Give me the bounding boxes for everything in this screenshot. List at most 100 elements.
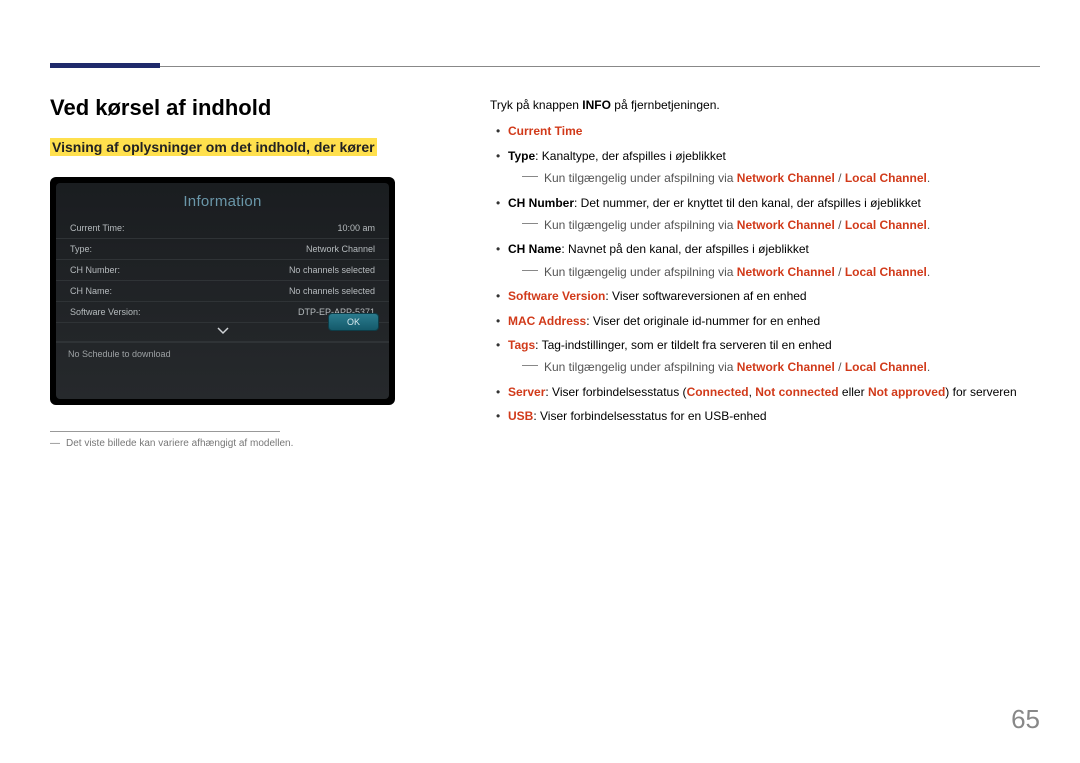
avail-period: . (927, 171, 930, 185)
avail-sep: / (835, 265, 845, 279)
subnote-text: Kun tilgængelig under afspilning via Net… (544, 357, 930, 377)
avail-nc: Network Channel (737, 360, 835, 374)
left-column: Ved kørsel af indhold Visning af oplysni… (50, 95, 450, 449)
panel-row-ch-number: CH Number: No channels selected (56, 260, 389, 281)
information-panel: Information Current Time: 10:00 am Type:… (50, 177, 395, 405)
avail-nc: Network Channel (737, 171, 835, 185)
avail-period: . (927, 360, 930, 374)
right-column: Tryk på knappen INFO på fjernbetjeningen… (490, 95, 1040, 449)
mac-label: MAC Address (508, 314, 586, 328)
footnote-divider (50, 431, 280, 432)
avail-nc: Network Channel (737, 265, 835, 279)
usb-desc: : Viser forbindelsesstatus for en USB-en… (533, 409, 766, 423)
server-not-connected: Not connected (755, 385, 838, 399)
panel-footer: No Schedule to download OK (56, 342, 389, 399)
subnote-text: Kun tilgængelig under afspilning via Net… (544, 168, 930, 188)
avail-sep: / (835, 171, 845, 185)
avail-lc: Local Channel (845, 265, 927, 279)
item-server: Server: Viser forbindelsesstatus (Connec… (494, 382, 1040, 402)
ok-button[interactable]: OK (328, 313, 379, 331)
subnote-text: Kun tilgængelig under afspilning via Net… (544, 215, 930, 235)
mac-desc: : Viser det originale id-nummer for en e… (586, 314, 820, 328)
item-mac-address: MAC Address: Viser det originale id-numm… (494, 311, 1040, 331)
intro-text: Tryk på knappen INFO på fjernbetjeningen… (490, 95, 1040, 115)
ch-number-subnote: Kun tilgængelig under afspilning via Net… (508, 215, 1040, 235)
tags-desc: : Tag-indstillinger, som er tildelt fra … (535, 338, 832, 352)
subnote-dash-icon (522, 176, 538, 177)
item-ch-name: CH Name: Navnet på den kanal, der afspil… (494, 239, 1040, 282)
ch-name-label: CH Name (508, 242, 561, 256)
panel-row-value: Network Channel (306, 244, 375, 254)
avail-lc: Local Channel (845, 360, 927, 374)
tags-label: Tags (508, 338, 535, 352)
server-post: ) for serveren (945, 385, 1016, 399)
info-list: Current Time Type: Kanaltype, der afspil… (490, 121, 1040, 426)
page-title: Ved kørsel af indhold (50, 95, 450, 121)
footnote: ― Det viste billede kan variere afhængig… (50, 438, 450, 449)
item-ch-number: CH Number: Det nummer, der er knyttet ti… (494, 193, 1040, 236)
avail-period: . (927, 218, 930, 232)
item-type: Type: Kanaltype, der afspilles i øjeblik… (494, 146, 1040, 189)
ch-number-desc: : Det nummer, der er knyttet til den kan… (574, 196, 921, 210)
panel-row-type: Type: Network Channel (56, 239, 389, 260)
header-accent-bar (50, 63, 160, 68)
avail-lc: Local Channel (845, 218, 927, 232)
type-subnote: Kun tilgængelig under afspilning via Net… (508, 168, 1040, 188)
item-software-version: Software Version: Viser softwareversione… (494, 286, 1040, 306)
item-tags: Tags: Tag-indstillinger, som er tildelt … (494, 335, 1040, 378)
avail-lc: Local Channel (845, 171, 927, 185)
usb-label: USB (508, 409, 533, 423)
sw-desc: : Viser softwareversionen af en enhed (605, 289, 806, 303)
avail-sep: / (835, 218, 845, 232)
ch-number-label: CH Number (508, 196, 574, 210)
chevron-down-icon (217, 327, 229, 337)
avail-pre: Kun tilgængelig under afspilning via (544, 360, 737, 374)
intro-post: på fjernbetjeningen. (611, 98, 720, 112)
subnote-dash-icon (522, 223, 538, 224)
sw-label: Software Version (508, 289, 605, 303)
item-usb: USB: Viser forbindelsesstatus for en USB… (494, 406, 1040, 426)
panel-row-value: No channels selected (289, 286, 375, 296)
panel-row-ch-name: CH Name: No channels selected (56, 281, 389, 302)
intro-pre: Tryk på knappen (490, 98, 582, 112)
footnote-dash: ― (50, 438, 60, 449)
page-number: 65 (1011, 704, 1040, 735)
information-panel-inner: Information Current Time: 10:00 am Type:… (56, 183, 389, 399)
avail-period: . (927, 265, 930, 279)
panel-row-current-time: Current Time: 10:00 am (56, 218, 389, 239)
server-label: Server (508, 385, 545, 399)
panel-row-label: CH Number: (70, 265, 120, 275)
avail-sep: / (835, 360, 845, 374)
panel-row-value: 10:00 am (337, 223, 375, 233)
subnote-text: Kun tilgængelig under afspilning via Net… (544, 262, 930, 282)
panel-row-value: No channels selected (289, 265, 375, 275)
header-divider (160, 66, 1040, 67)
server-not-approved: Not approved (868, 385, 945, 399)
tags-subnote: Kun tilgængelig under afspilning via Net… (508, 357, 1040, 377)
type-label: Type (508, 149, 535, 163)
current-time-label: Current Time (508, 124, 582, 138)
panel-schedule-text: No Schedule to download (68, 349, 171, 359)
avail-pre: Kun tilgængelig under afspilning via (544, 171, 737, 185)
page-content: Ved kørsel af indhold Visning af oplysni… (50, 95, 1040, 449)
item-current-time: Current Time (494, 121, 1040, 141)
server-pre: : Viser forbindelsesstatus ( (545, 385, 686, 399)
section-subheading: Visning af oplysninger om det indhold, d… (50, 138, 377, 156)
avail-pre: Kun tilgængelig under afspilning via (544, 218, 737, 232)
ch-name-desc: : Navnet på den kanal, der afspilles i ø… (561, 242, 808, 256)
server-connected: Connected (687, 385, 749, 399)
panel-row-label: Type: (70, 244, 92, 254)
server-or: eller (839, 385, 868, 399)
panel-row-label: Current Time: (70, 223, 125, 233)
panel-row-label: CH Name: (70, 286, 112, 296)
ch-name-subnote: Kun tilgængelig under afspilning via Net… (508, 262, 1040, 282)
intro-bold: INFO (582, 98, 611, 112)
panel-row-label: Software Version: (70, 307, 141, 317)
avail-nc: Network Channel (737, 218, 835, 232)
panel-title: Information (56, 183, 389, 218)
avail-pre: Kun tilgængelig under afspilning via (544, 265, 737, 279)
footnote-text: Det viste billede kan variere afhængigt … (66, 438, 293, 449)
subnote-dash-icon (522, 365, 538, 366)
type-desc: : Kanaltype, der afspilles i øjeblikket (535, 149, 726, 163)
subnote-dash-icon (522, 270, 538, 271)
